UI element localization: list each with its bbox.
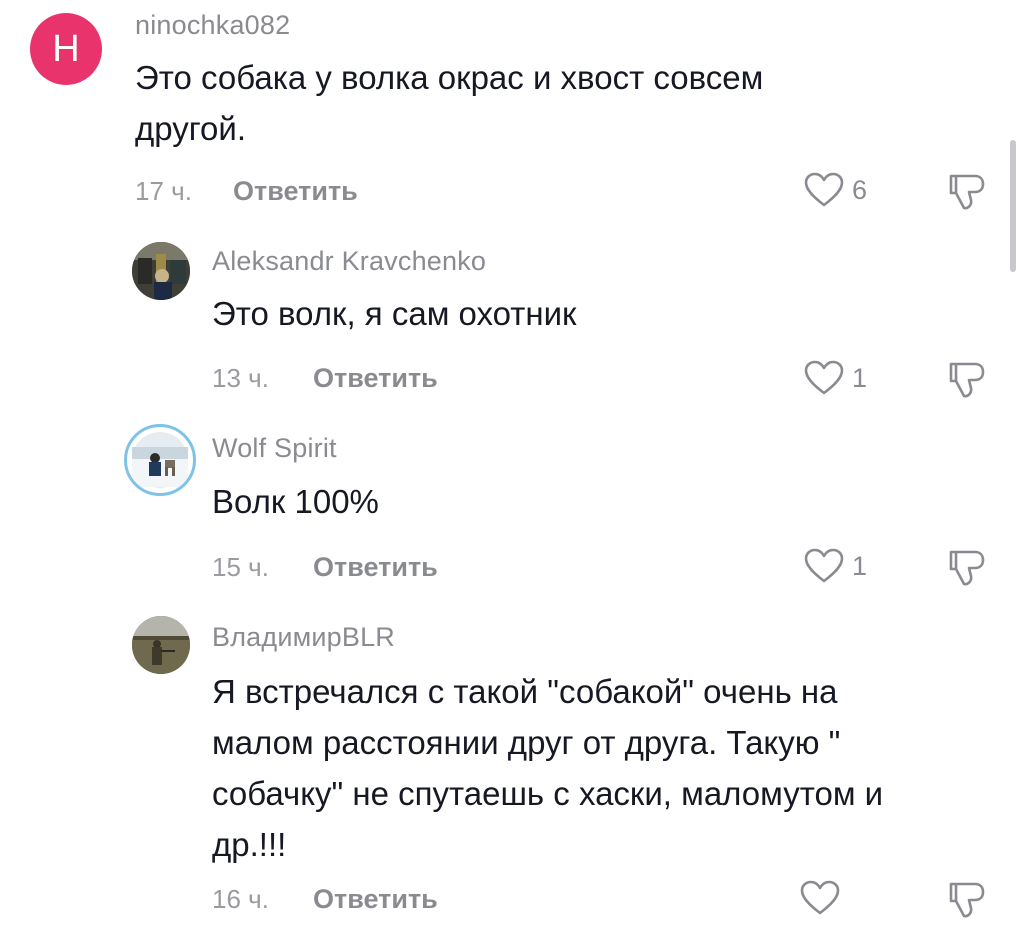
reply-button[interactable]: Ответить — [313, 884, 438, 915]
dislike-button[interactable] — [944, 358, 988, 407]
comment-text: Это волк, я сам охотник — [212, 288, 992, 339]
reply-button[interactable]: Ответить — [313, 552, 438, 583]
avatar[interactable]: Н — [30, 13, 102, 85]
heart-outline-icon — [804, 172, 844, 207]
like-button[interactable]: 6 — [804, 172, 867, 208]
like-button[interactable] — [800, 880, 848, 916]
avatar[interactable] — [132, 242, 190, 300]
dislike-button[interactable] — [944, 878, 988, 927]
comment-time: 16 ч. — [212, 884, 269, 914]
like-button[interactable]: 1 — [804, 548, 867, 584]
comment-text: Это собака у волка окрас и хвост совсем … — [135, 52, 995, 154]
like-count: 1 — [852, 550, 868, 581]
username[interactable]: Aleksandr Kravchenko — [212, 246, 486, 277]
avatar-photo — [132, 432, 188, 488]
comment-text-line: Это волк, я сам охотник — [212, 295, 577, 332]
avatar[interactable] — [124, 424, 196, 496]
reply-button[interactable]: Ответить — [313, 363, 438, 394]
comment-time: 15 ч. — [212, 552, 269, 582]
avatar[interactable] — [132, 616, 190, 674]
comment-text: Я встречался с такой "собакой" очень на … — [212, 666, 1012, 870]
like-button[interactable]: 1 — [804, 360, 867, 396]
thumbs-down-icon — [949, 362, 985, 398]
comment-text-line: другой. — [135, 110, 247, 147]
comment-text-line: др.!!! — [212, 826, 287, 863]
avatar-letter: Н — [52, 27, 80, 70]
like-count: 6 — [852, 174, 868, 205]
comment-time: 17 ч. — [135, 176, 192, 206]
username[interactable]: ninochka082 — [135, 10, 290, 41]
thumbs-down-icon — [949, 550, 985, 586]
comment-time: 13 ч. — [212, 363, 269, 393]
comment-text-line: малом расстоянии друг от друга. Такую " — [212, 724, 841, 761]
comment-text-line: Я встречался с такой "собакой" очень на — [212, 673, 838, 710]
like-count: 1 — [852, 362, 868, 393]
username[interactable]: ВладимирBLR — [212, 622, 395, 653]
username[interactable]: Wolf Spirit — [212, 433, 337, 464]
comment-text-line: Это собака у волка окрас и хвост совсем — [135, 59, 764, 96]
thumbs-down-icon — [949, 882, 985, 918]
avatar-photo — [132, 616, 190, 674]
heart-outline-icon — [804, 548, 844, 583]
avatar-photo — [132, 242, 190, 300]
comment-text-line: собачку" не спутаешь с хаски, маломутом … — [212, 775, 884, 812]
dislike-button[interactable] — [944, 170, 988, 219]
dislike-button[interactable] — [944, 546, 988, 595]
thumbs-down-icon — [949, 174, 985, 210]
heart-outline-icon — [804, 360, 844, 395]
scrollbar[interactable] — [1010, 140, 1016, 272]
reply-button[interactable]: Ответить — [233, 176, 358, 207]
heart-outline-icon — [800, 880, 840, 915]
comment-item: Н ninochka082 Это собака у волка окрас и… — [0, 0, 1024, 220]
comment-text-line: Волк 100% — [212, 483, 379, 520]
comment-text: Волк 100% — [212, 476, 992, 527]
